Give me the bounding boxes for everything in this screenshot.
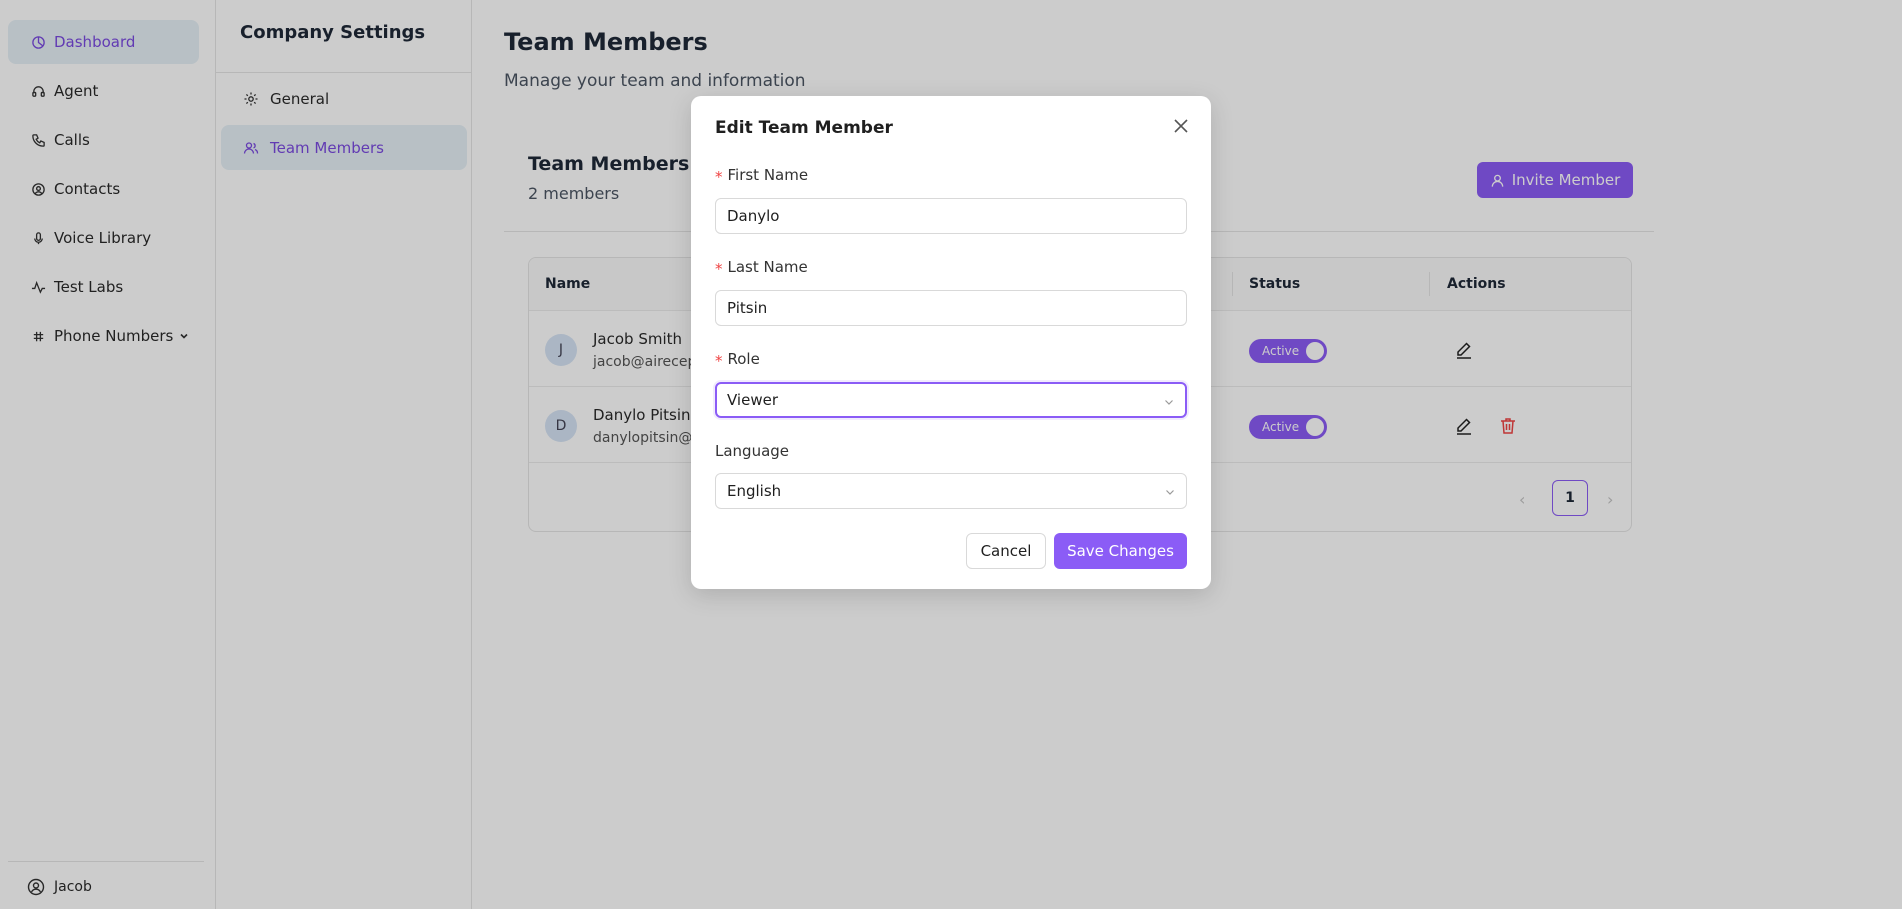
close-icon[interactable] [1172,117,1190,135]
role-select[interactable]: Viewer [715,382,1187,418]
last-name-label: * Last Name [715,258,808,278]
language-select[interactable]: English [715,473,1187,509]
language-label: Language [715,442,790,460]
last-name-field[interactable]: Pitsin [715,290,1187,326]
required-marker: * [715,352,723,370]
chevron-down-icon [1165,400,1173,405]
save-changes-button[interactable]: Save Changes [1054,533,1187,569]
required-marker: * [715,168,723,186]
first-name-label: * First Name [715,166,809,186]
language-value: English [727,482,782,500]
modal-title: Edit Team Member [715,118,893,138]
edit-member-modal: Edit Team Member * First Name Danylo * L… [691,96,1211,589]
cancel-button[interactable]: Cancel [966,533,1046,569]
role-value: Viewer [727,391,778,409]
chevron-down-icon [1166,490,1174,495]
first-name-field[interactable]: Danylo [715,198,1187,234]
role-label: * Role [715,350,760,370]
required-marker: * [715,260,723,278]
